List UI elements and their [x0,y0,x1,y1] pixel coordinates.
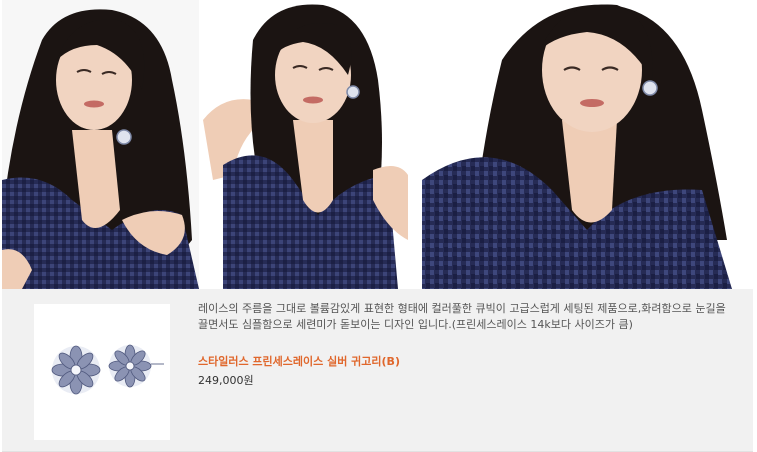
earring-left-icon [51,345,101,395]
product-info-panel: 레이스의 주름을 그대로 볼륨감있게 표현한 형태에 컬러풀한 큐빅이 고급스럽… [2,289,753,452]
model-photo-2 [203,0,408,289]
model-photo-1 [2,0,199,289]
description-line-2: 끌면서도 심플함으로 세련미가 돋보이는 디자인 입니다.(프린세스레이스 14… [198,318,633,331]
model-photo-3 [412,0,755,289]
product-price: 249,000원 [198,374,254,387]
product-thumbnail[interactable] [34,304,170,440]
product-description: 레이스의 주름을 그대로 볼륨감있게 표현한 형태에 컬러풀한 큐빅이 고급스럽… [198,301,738,333]
product-name-link[interactable]: 스타일러스 프린세스레이스 실버 귀고리(B) [198,353,400,369]
description-line-1: 레이스의 주름을 그대로 볼륨감있게 표현한 형태에 컬러풀한 큐빅이 고급스럽… [198,302,726,315]
